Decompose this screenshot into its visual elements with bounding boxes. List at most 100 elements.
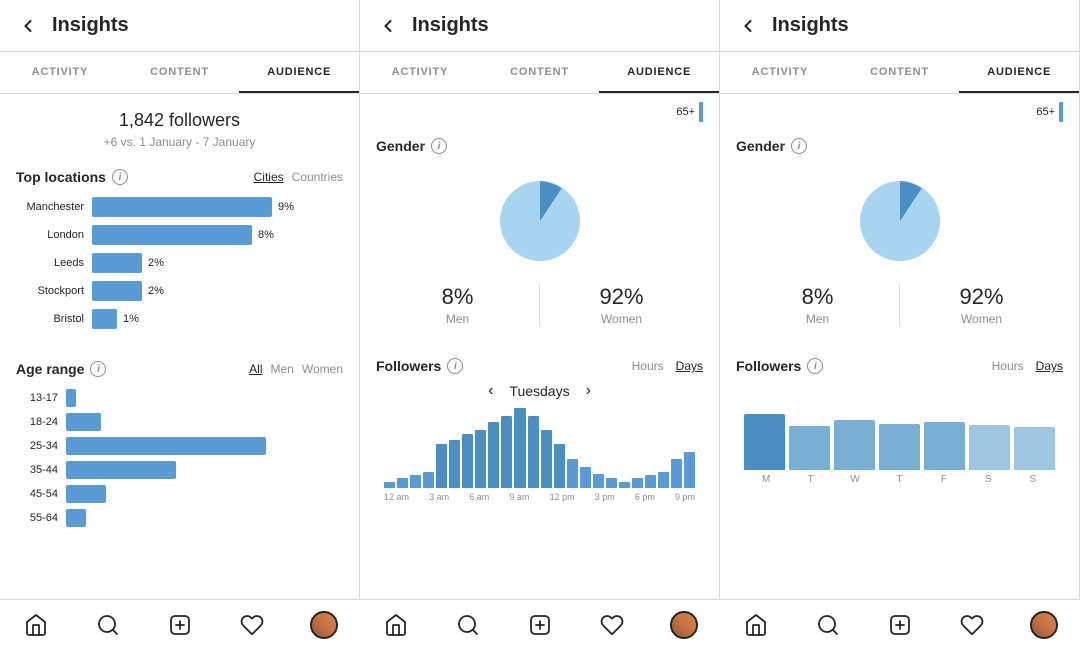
men-name-3: Men — [736, 312, 899, 326]
search-icon-1[interactable] — [94, 611, 122, 639]
hbar-11 — [528, 416, 539, 488]
tab-audience-2[interactable]: AUDIENCE — [599, 52, 719, 93]
tab-content-3[interactable]: CONTENT — [840, 52, 960, 93]
hbar-18 — [619, 482, 630, 488]
followers-info-icon-2[interactable]: i — [447, 358, 463, 374]
next-day-2[interactable]: › — [586, 382, 591, 400]
bar-row-leeds: Leeds 2% — [16, 253, 343, 273]
top-age-bar-2 — [699, 102, 703, 122]
hours-toggle-3[interactable]: Hours — [992, 359, 1024, 373]
hbar-8 — [488, 422, 499, 488]
add-icon-2[interactable] — [526, 611, 554, 639]
women-stat-3: 92% Women — [900, 276, 1063, 334]
home-icon-2[interactable] — [382, 611, 410, 639]
tab-activity-1[interactable]: ACTIVITY — [0, 52, 120, 93]
gender-info-icon-2[interactable]: i — [431, 138, 447, 154]
add-icon-1[interactable] — [166, 611, 194, 639]
hbar-2 — [410, 475, 421, 488]
men-stat-2: 8% Men — [376, 276, 539, 334]
followers-info-icon-3[interactable]: i — [807, 358, 823, 374]
gender-header-2: Gender i — [376, 138, 703, 154]
tab-activity-3[interactable]: ACTIVITY — [720, 52, 840, 93]
home-icon-3[interactable] — [742, 611, 770, 639]
tab-audience-1[interactable]: AUDIENCE — [239, 52, 359, 93]
top-locations-info-icon[interactable]: i — [112, 169, 128, 185]
back-button-2[interactable] — [376, 14, 400, 38]
women-toggle[interactable]: Women — [302, 362, 343, 376]
hbar-20 — [645, 475, 656, 488]
age-bar-45 — [66, 485, 106, 503]
week-chart-wrapper-3: M T W T F S S — [736, 382, 1063, 485]
all-toggle[interactable]: All — [249, 362, 262, 376]
wbar-t2 — [879, 424, 920, 470]
back-button-1[interactable] — [16, 14, 40, 38]
tab-activity-2[interactable]: ACTIVITY — [360, 52, 480, 93]
heart-icon-3[interactable] — [958, 611, 986, 639]
age-row-13: 13-17 — [16, 389, 343, 407]
avatar-icon-3[interactable] — [1030, 611, 1058, 639]
insights-panel-3: Insights ACTIVITY CONTENT AUDIENCE 65+ G… — [720, 0, 1080, 649]
followers-title-2: Followers — [376, 358, 441, 374]
avatar-icon-2[interactable] — [670, 611, 698, 639]
search-icon-3[interactable] — [814, 611, 842, 639]
hbar-9 — [501, 416, 512, 488]
days-toggle-3[interactable]: Days — [1036, 359, 1063, 373]
age-bar-35 — [66, 461, 176, 479]
hbar-21 — [658, 472, 669, 488]
bar-track-leeds: 2% — [92, 253, 343, 273]
time-toggle-3: Hours Days — [992, 359, 1063, 373]
week-chart-3 — [740, 390, 1059, 470]
followers-change: +6 vs. 1 January - 7 January — [0, 135, 359, 149]
age-bar-55 — [66, 509, 86, 527]
heart-icon-1[interactable] — [238, 611, 266, 639]
countries-toggle[interactable]: Countries — [292, 170, 343, 184]
age-range-header: Age range i All Men Women — [0, 349, 359, 385]
days-toggle-2[interactable]: Days — [676, 359, 703, 373]
followers-section-2: Followers i Hours Days ‹ Tuesdays › — [360, 346, 719, 510]
cities-toggle[interactable]: Cities — [254, 170, 284, 184]
age-row-25: 25-34 — [16, 437, 343, 455]
bottom-nav-3 — [720, 599, 1080, 649]
home-icon-1[interactable] — [22, 611, 50, 639]
header-2: Insights — [360, 0, 719, 52]
followers-title-3: Followers — [736, 358, 801, 374]
add-icon-3[interactable] — [886, 611, 914, 639]
prev-day-2[interactable]: ‹ — [488, 382, 493, 400]
women-pct-3: 92% — [900, 284, 1063, 310]
gender-info-icon-3[interactable]: i — [791, 138, 807, 154]
women-stat-2: 92% Women — [540, 276, 703, 334]
page-title-3: Insights — [772, 14, 849, 37]
gender-pie-2 — [485, 166, 595, 276]
tab-audience-3[interactable]: AUDIENCE — [959, 52, 1079, 93]
content-3: 65+ Gender i — [720, 94, 1079, 649]
avatar-icon-1[interactable] — [310, 611, 338, 639]
wlabel-t1: T — [788, 474, 832, 485]
bar-row-manchester: Manchester 9% — [16, 197, 343, 217]
tab-content-2[interactable]: CONTENT — [480, 52, 600, 93]
women-name-2: Women — [540, 312, 703, 326]
hbar-14 — [567, 459, 578, 488]
gender-stats-2: 8% Men 92% Women — [376, 276, 703, 334]
back-button-3[interactable] — [736, 14, 760, 38]
men-toggle[interactable]: Men — [271, 362, 294, 376]
bar-label-leeds: Leeds — [16, 257, 84, 269]
hbar-10 — [514, 408, 525, 488]
top-age-label-3: 65+ — [1036, 106, 1055, 118]
tab-content-1[interactable]: CONTENT — [120, 52, 240, 93]
hours-toggle-2[interactable]: Hours — [632, 359, 664, 373]
age-label-55: 55-64 — [16, 512, 58, 524]
hbar-12 — [541, 430, 552, 488]
gender-pie-3 — [845, 166, 955, 276]
bottom-nav-2 — [360, 599, 720, 649]
age-range-info-icon[interactable]: i — [90, 361, 106, 377]
hbar-19 — [632, 478, 643, 488]
followers-header-3: Followers i Hours Days — [736, 358, 1063, 374]
week-labels-3: M T W T F S S — [740, 470, 1059, 485]
gender-stats-3: 8% Men 92% Women — [736, 276, 1063, 334]
hbar-13 — [554, 444, 565, 488]
search-icon-2[interactable] — [454, 611, 482, 639]
age-label-45: 45-54 — [16, 488, 58, 500]
bar-label-bristol: Bristol — [16, 313, 84, 325]
followers-section-3: Followers i Hours Days — [720, 346, 1079, 493]
heart-icon-2[interactable] — [598, 611, 626, 639]
